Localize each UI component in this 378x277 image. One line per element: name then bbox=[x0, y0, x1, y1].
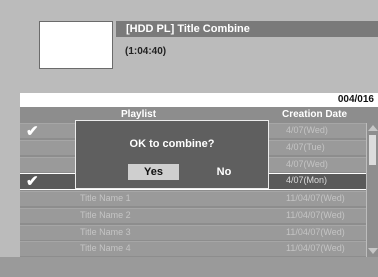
row-date: 11/04/07(Wed) bbox=[286, 210, 345, 220]
check-icon: ✔ bbox=[26, 123, 39, 140]
title-combine-screen: [HDD PL] Title Combine (1:04:40) 004/016… bbox=[0, 0, 378, 277]
column-header-creation-date: Creation Date bbox=[282, 109, 348, 120]
list-item[interactable]: Title Name 4 11/04/07(Wed) bbox=[20, 241, 366, 256]
list-item[interactable]: Title Name 2 11/04/07(Wed) bbox=[20, 208, 366, 223]
duration-label: (1:04:40) bbox=[125, 46, 167, 57]
yes-button[interactable]: Yes bbox=[128, 164, 179, 180]
arrow-up-icon[interactable] bbox=[368, 125, 378, 131]
title-thumbnail bbox=[39, 21, 113, 69]
row-date: 4/07(Wed) bbox=[286, 159, 328, 169]
page-counter: 004/016 bbox=[337, 94, 374, 105]
list-item[interactable]: Title Name 3 11/04/07(Wed) bbox=[20, 225, 366, 240]
list-item[interactable]: Title Name 1 11/04/07(Wed) bbox=[20, 191, 366, 206]
page-bar: 004/016 bbox=[20, 93, 378, 107]
row-title: Title Name 3 bbox=[80, 227, 131, 237]
row-title: Title Name 4 bbox=[80, 243, 131, 253]
column-header-playlist: Playlist bbox=[121, 109, 157, 120]
row-date: 4/07(Tue) bbox=[286, 142, 325, 152]
row-date: 11/04/07(Wed) bbox=[286, 193, 345, 203]
page-title: [HDD PL] Title Combine bbox=[126, 23, 250, 35]
row-date: 11/04/07(Wed) bbox=[286, 243, 345, 253]
bottom-bar bbox=[0, 257, 378, 277]
row-date: 4/07(Wed) bbox=[286, 125, 328, 135]
check-icon: ✔ bbox=[26, 173, 39, 190]
row-title: Title Name 1 bbox=[80, 193, 131, 203]
row-date: 11/04/07(Wed) bbox=[286, 227, 345, 237]
row-title: Title Name 2 bbox=[80, 210, 131, 220]
row-date: 4/07(Mon) bbox=[286, 175, 328, 185]
no-button[interactable]: No bbox=[204, 164, 244, 180]
arrow-down-icon[interactable] bbox=[368, 248, 378, 254]
list-scrollbar[interactable] bbox=[366, 123, 378, 257]
dialog-message: OK to combine? bbox=[129, 138, 215, 150]
scrollbar-thumb[interactable] bbox=[369, 135, 376, 165]
confirm-dialog: OK to combine? Yes No bbox=[75, 120, 269, 189]
